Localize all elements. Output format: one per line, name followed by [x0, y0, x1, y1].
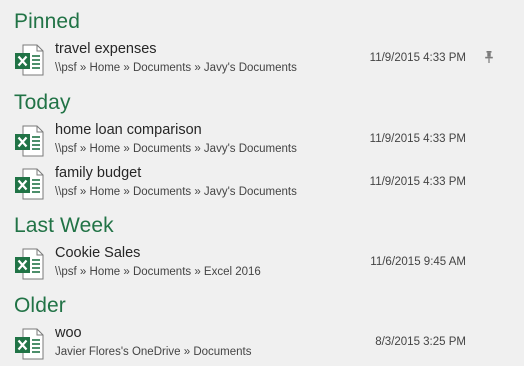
file-date: 11/6/2015 9:45 AM: [370, 256, 466, 268]
recent-file-cookie-sales[interactable]: Cookie Sales \\psf » Home » Documents » …: [0, 244, 510, 284]
file-path: \\psf » Home » Documents » Javy's Docume…: [55, 143, 297, 155]
file-date: 11/9/2015 4:33 PM: [369, 176, 466, 188]
file-date: 11/9/2015 4:33 PM: [369, 52, 466, 64]
recent-files-list: Pinned travel expenses \\psf » Home » Do…: [0, 0, 524, 366]
group-header-pinned: Pinned: [14, 10, 80, 33]
file-date: 8/3/2015 3:25 PM: [375, 336, 466, 348]
group-header-today: Today: [14, 91, 71, 114]
file-name: travel expenses: [55, 41, 157, 57]
excel-file-icon: [15, 125, 44, 157]
excel-file-icon: [15, 248, 44, 280]
file-path: \\psf » Home » Documents » Excel 2016: [55, 266, 261, 278]
file-name: Cookie Sales: [55, 245, 141, 261]
file-path: Javier Flores's OneDrive » Documents: [55, 346, 252, 358]
file-date: 11/9/2015 4:33 PM: [369, 133, 466, 145]
file-name: woo: [55, 325, 82, 341]
recent-file-woo[interactable]: woo Javier Flores's OneDrive » Documents…: [0, 324, 510, 364]
recent-file-travel-expenses[interactable]: travel expenses \\psf » Home » Documents…: [0, 40, 510, 80]
file-path: \\psf » Home » Documents » Javy's Docume…: [55, 62, 297, 74]
recent-file-family-budget[interactable]: family budget \\psf » Home » Documents »…: [0, 164, 510, 204]
file-name: home loan comparison: [55, 122, 202, 138]
recent-file-home-loan-comparison[interactable]: home loan comparison \\psf » Home » Docu…: [0, 121, 510, 161]
excel-file-icon: [15, 168, 44, 200]
pin-icon[interactable]: [482, 50, 496, 64]
group-header-older: Older: [14, 294, 66, 317]
group-header-last-week: Last Week: [14, 214, 114, 237]
file-name: family budget: [55, 165, 142, 181]
file-path: \\psf » Home » Documents » Javy's Docume…: [55, 186, 297, 198]
excel-file-icon: [15, 44, 44, 76]
excel-file-icon: [15, 328, 44, 360]
